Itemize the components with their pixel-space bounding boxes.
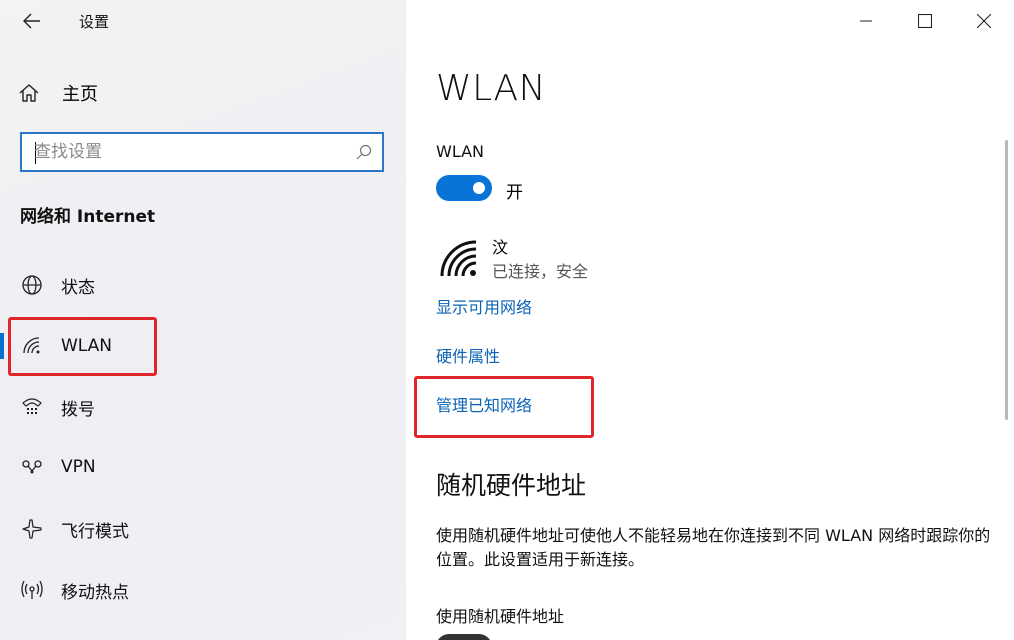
section-title: 网络和 Internet bbox=[20, 207, 156, 227]
sidebar-item-label: WLAN bbox=[61, 336, 113, 356]
random-mac-description: 使用随机硬件地址可使他人不能轻易地在你连接到不同 WLAN 网络时跟踪你的位置。… bbox=[436, 526, 991, 569]
scrollbar[interactable] bbox=[1005, 140, 1008, 420]
toggle-knob bbox=[473, 182, 485, 194]
sidebar-item-dialup[interactable]: 拨号 bbox=[0, 384, 406, 430]
wlan-toggle-state: 开 bbox=[506, 183, 523, 203]
page-title: WLAN bbox=[436, 68, 547, 109]
random-mac-heading: 随机硬件地址 bbox=[436, 471, 587, 500]
manage-known-networks-link[interactable]: 管理已知网络 bbox=[436, 392, 532, 416]
sidebar-item-vpn[interactable]: VPN bbox=[0, 444, 406, 490]
show-available-networks-link[interactable]: 显示可用网络 bbox=[436, 294, 532, 318]
search-input[interactable] bbox=[34, 140, 344, 164]
search-box[interactable] bbox=[20, 132, 384, 172]
sidebar-item-label: 主页 bbox=[62, 84, 98, 105]
hardware-properties-link[interactable]: 硬件属性 bbox=[436, 343, 500, 367]
connected-network[interactable]: 汶 已连接，安全 bbox=[436, 234, 736, 284]
random-mac-toggle-label: 使用随机硬件地址 bbox=[436, 607, 565, 626]
sidebar-item-label: 飞行模式 bbox=[61, 521, 129, 542]
back-arrow-icon bbox=[23, 13, 40, 29]
random-mac-toggle[interactable] bbox=[436, 634, 492, 640]
maximize-icon bbox=[918, 14, 932, 28]
home-icon bbox=[19, 84, 39, 102]
network-name: 汶 bbox=[492, 238, 509, 257]
vpn-icon bbox=[20, 455, 44, 479]
main-content: WLAN WLAN 开 汶 已连接，安全 显示可用网络 硬件属性 管理已知网络 … bbox=[406, 0, 1014, 640]
wifi-icon bbox=[20, 334, 44, 358]
sidebar-item-status[interactable]: 状态 bbox=[0, 262, 406, 308]
hotspot-icon bbox=[20, 578, 44, 602]
sidebar-item-home[interactable]: 主页 bbox=[18, 78, 98, 108]
wlan-toggle[interactable] bbox=[436, 175, 492, 201]
close-icon bbox=[977, 14, 991, 28]
selection-indicator bbox=[0, 333, 4, 359]
minimize-icon bbox=[860, 20, 872, 22]
network-status: 已连接，安全 bbox=[492, 262, 589, 281]
sidebar: 设置 主页 网络和 Internet 状态 bbox=[0, 0, 406, 640]
globe-icon bbox=[20, 273, 44, 297]
back-button[interactable] bbox=[18, 8, 46, 34]
minimize-button[interactable] bbox=[846, 6, 886, 36]
sidebar-item-label: 移动热点 bbox=[61, 582, 129, 603]
sidebar-item-label: 状态 bbox=[61, 277, 95, 298]
sidebar-item-airplane-mode[interactable]: 飞行模式 bbox=[0, 506, 406, 552]
wifi-signal-icon bbox=[440, 240, 477, 277]
sidebar-item-label: VPN bbox=[61, 457, 96, 477]
sidebar-item-wlan[interactable]: WLAN bbox=[0, 323, 406, 369]
close-button[interactable] bbox=[964, 6, 1004, 36]
maximize-button[interactable] bbox=[905, 6, 945, 36]
window-title: 设置 bbox=[79, 13, 110, 31]
airplane-icon bbox=[20, 517, 44, 541]
wlan-toggle-label: WLAN bbox=[436, 142, 485, 161]
sidebar-item-mobile-hotspot[interactable]: 移动热点 bbox=[0, 567, 406, 613]
search-icon[interactable] bbox=[356, 144, 372, 160]
dialup-icon bbox=[20, 395, 44, 419]
sidebar-item-label: 拨号 bbox=[61, 399, 95, 420]
